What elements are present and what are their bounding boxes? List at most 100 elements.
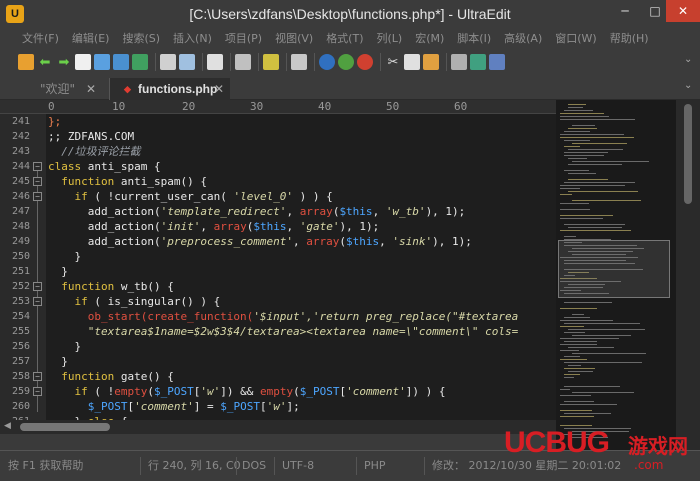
editor-pane[interactable]: 0 10 20 30 40 50 60 241 242 243 244 245 … <box>0 100 556 434</box>
paste-icon[interactable] <box>423 54 439 70</box>
print-preview-icon[interactable] <box>179 54 195 70</box>
forward-arrow-icon[interactable]: ➡ <box>56 54 72 70</box>
fold-toggle-icon[interactable]: − <box>33 177 42 186</box>
code-token: ]) && <box>220 385 260 398</box>
code-minimap[interactable] <box>556 100 676 450</box>
tree-icon[interactable] <box>470 54 486 70</box>
minimap-line <box>560 209 590 210</box>
vertical-scrollbar[interactable] <box>676 100 700 450</box>
menu-file[interactable]: 文件(F) <box>22 30 59 46</box>
copy-icon[interactable] <box>404 54 420 70</box>
fold-toggle-icon[interactable]: − <box>33 387 42 396</box>
document-icon[interactable] <box>207 54 223 70</box>
uedit-icon-3[interactable] <box>357 54 373 70</box>
back-arrow-icon[interactable]: ⬅ <box>37 54 53 70</box>
archive-icon[interactable] <box>235 54 251 70</box>
minimap-line <box>568 104 586 105</box>
minimap-line <box>564 140 590 141</box>
tab-label: functions.php <box>138 82 218 96</box>
minimap-line <box>564 368 595 369</box>
minimap-line <box>564 170 589 171</box>
status-syntax[interactable]: PHP <box>364 451 386 481</box>
compare-icon[interactable] <box>451 54 467 70</box>
menu-macro[interactable]: 宏(M) <box>415 30 444 46</box>
code-token: } <box>48 265 68 278</box>
open-folder-icon[interactable] <box>94 54 110 70</box>
line-number: 243 <box>11 146 30 157</box>
minimap-line <box>564 341 597 342</box>
uedit-icon-2[interactable] <box>338 54 354 70</box>
menu-view[interactable]: 视图(V) <box>275 30 313 46</box>
menu-search[interactable]: 搜索(S) <box>122 30 160 46</box>
tab-functions-php[interactable]: ◆ functions.php ✕ <box>110 78 230 100</box>
minimap-line <box>572 335 631 336</box>
menu-column[interactable]: 列(L) <box>377 30 403 46</box>
tab-close-icon[interactable]: ✕ <box>86 78 96 100</box>
menu-advanced[interactable]: 高级(A) <box>504 30 542 46</box>
tab-close-icon[interactable]: ✕ <box>214 78 224 100</box>
column-icon[interactable] <box>263 54 279 70</box>
minimap-line <box>560 326 584 327</box>
status-encoding[interactable]: UTF-8 <box>282 451 314 481</box>
minimap-line <box>560 308 597 309</box>
wizard-icon[interactable] <box>18 54 34 70</box>
status-line-ending[interactable]: DOS <box>242 451 266 481</box>
code-line: $_POST['comment'] = $_POST['w']; <box>48 399 300 414</box>
toolbar-overflow-icon[interactable]: ⌄ <box>684 54 692 65</box>
open-file-icon[interactable] <box>113 54 129 70</box>
scroll-left-icon[interactable]: ◀ <box>4 421 11 431</box>
cut-icon[interactable]: ✂ <box>385 54 401 70</box>
tab-list-dropdown-icon[interactable]: ⌄ <box>684 80 692 91</box>
uedit-icon[interactable] <box>319 54 335 70</box>
code-line: } <box>48 249 81 264</box>
print-icon[interactable] <box>160 54 176 70</box>
page-icon[interactable] <box>291 54 307 70</box>
fold-toggle-icon[interactable]: − <box>33 372 42 381</box>
minimap-line <box>560 185 625 186</box>
code-line: ob_start(create_function('$input','retur… <box>48 309 518 324</box>
save-icon[interactable] <box>132 54 148 70</box>
tab-welcome[interactable]: "欢迎" ✕ <box>12 78 110 100</box>
vertical-scroll-thumb[interactable] <box>684 104 692 204</box>
toolbar-separator <box>155 53 156 71</box>
toolbar-separator <box>230 53 231 71</box>
horizontal-scrollbar[interactable]: ◀ <box>0 420 556 434</box>
line-number: 245 <box>11 176 30 187</box>
status-cursor-position: 行 240, 列 16, C0 <box>148 459 241 472</box>
minimap-viewport[interactable] <box>558 240 670 298</box>
menu-window[interactable]: 窗口(W) <box>555 30 596 46</box>
code-area[interactable]: }; ;; ZDFANS.COM //垃圾评论拦截 class anti_spa… <box>48 114 554 420</box>
code-token: , <box>286 220 300 233</box>
new-file-icon[interactable] <box>75 54 91 70</box>
minimap-line <box>560 215 613 216</box>
minimap-line <box>568 371 593 372</box>
minimap-line <box>568 365 581 366</box>
fold-toggle-icon[interactable]: − <box>33 192 42 201</box>
minimap-line <box>568 158 587 159</box>
horizontal-scroll-thumb[interactable] <box>20 423 110 431</box>
minimap-line <box>560 350 579 351</box>
menu-project[interactable]: 项目(P) <box>225 30 262 46</box>
menu-help[interactable]: 帮助(H) <box>610 30 649 46</box>
window-title: [C:\Users\zdfans\Desktop\functions.php*]… <box>189 6 511 22</box>
menu-script[interactable]: 脚本(I) <box>457 30 491 46</box>
fold-toggle-icon[interactable]: − <box>33 282 42 291</box>
menu-insert[interactable]: 插入(N) <box>173 30 212 46</box>
minimap-line <box>560 116 609 117</box>
minimize-button[interactable]: ─ <box>610 0 640 22</box>
minimap-line <box>560 389 570 390</box>
code-variable: $_POST <box>154 385 194 398</box>
minimap-line <box>568 164 622 165</box>
minimap-line <box>572 125 595 126</box>
fold-toggle-icon[interactable]: − <box>33 162 42 171</box>
close-button[interactable]: ✕ <box>666 0 700 22</box>
minimap-line <box>560 344 597 345</box>
watermark-cn: 游戏网 <box>628 434 688 458</box>
fold-toggle-icon[interactable]: − <box>33 297 42 306</box>
status-separator <box>236 457 237 475</box>
code-string: "textarea$1name=$2w$3$4/textarea><textar… <box>48 325 519 338</box>
sort-icon[interactable] <box>489 54 505 70</box>
menu-format[interactable]: 格式(T) <box>326 30 363 46</box>
code-line: function gate() { <box>48 369 174 384</box>
menu-edit[interactable]: 编辑(E) <box>72 30 110 46</box>
